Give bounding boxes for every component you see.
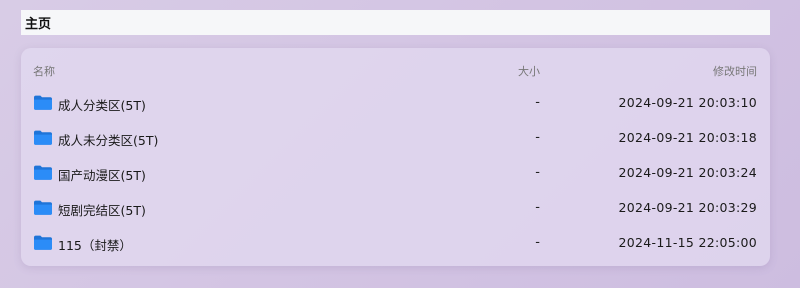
column-header-modified[interactable]: 修改时间 bbox=[713, 63, 757, 79]
folder-icon bbox=[34, 95, 52, 110]
table-row[interactable]: 国产动漫区(5T) - 2024-09-21 20:03:24 bbox=[21, 155, 770, 190]
file-modified: 2024-09-21 20:03:24 bbox=[618, 165, 757, 180]
column-header-size[interactable]: 大小 bbox=[486, 63, 540, 79]
file-name[interactable]: 成人未分类区(5T) bbox=[58, 130, 158, 149]
file-modified: 2024-09-21 20:03:10 bbox=[618, 95, 757, 110]
folder-icon bbox=[34, 200, 52, 215]
breadcrumb: 主页 bbox=[21, 10, 770, 35]
folder-icon bbox=[34, 165, 52, 180]
file-name[interactable]: 115（封禁） bbox=[58, 235, 132, 254]
file-name[interactable]: 国产动漫区(5T) bbox=[58, 165, 146, 184]
file-size: - bbox=[535, 165, 540, 180]
table-row[interactable]: 成人未分类区(5T) - 2024-09-21 20:03:18 bbox=[21, 120, 770, 155]
file-modified: 2024-09-21 20:03:18 bbox=[618, 130, 757, 145]
folder-icon bbox=[34, 235, 52, 250]
table-row[interactable]: 115（封禁） - 2024-11-15 22:05:00 bbox=[21, 225, 770, 260]
column-header-name[interactable]: 名称 bbox=[33, 63, 55, 79]
breadcrumb-home[interactable]: 主页 bbox=[25, 13, 51, 32]
file-size: - bbox=[535, 200, 540, 215]
file-name[interactable]: 成人分类区(5T) bbox=[58, 95, 146, 114]
table-header: 名称 大小 修改时间 bbox=[21, 48, 770, 88]
file-list: 成人分类区(5T) - 2024-09-21 20:03:10 成人未分类区(5… bbox=[21, 85, 770, 260]
table-row[interactable]: 成人分类区(5T) - 2024-09-21 20:03:10 bbox=[21, 85, 770, 120]
file-size: - bbox=[535, 235, 540, 250]
file-modified: 2024-11-15 22:05:00 bbox=[618, 235, 757, 250]
table-row[interactable]: 短剧完结区(5T) - 2024-09-21 20:03:29 bbox=[21, 190, 770, 225]
file-name[interactable]: 短剧完结区(5T) bbox=[58, 200, 146, 219]
file-modified: 2024-09-21 20:03:29 bbox=[618, 200, 757, 215]
file-size: - bbox=[535, 95, 540, 110]
file-size: - bbox=[535, 130, 540, 145]
file-list-card: 名称 大小 修改时间 成人分类区(5T) - 2024-09-21 20:03:… bbox=[21, 48, 770, 266]
folder-icon bbox=[34, 130, 52, 145]
